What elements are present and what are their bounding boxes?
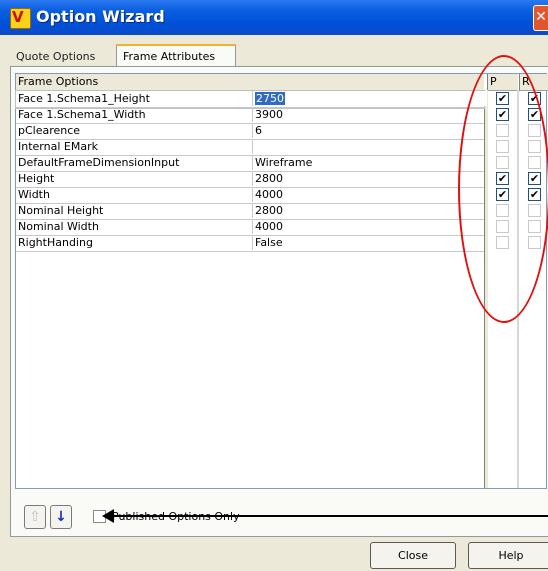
option-value-field[interactable]: 2750: [252, 91, 487, 106]
table-row[interactable]: Height 2800: [16, 171, 484, 188]
option-name: Face 1.Schema1_Width: [18, 108, 146, 121]
annotation-arrow-head: [102, 509, 114, 523]
annotation-arrow-line: [112, 515, 548, 517]
window-title: Option Wizard: [36, 7, 165, 26]
close-button[interactable]: Close: [370, 542, 456, 569]
option-name: Nominal Width: [18, 220, 99, 233]
option-value: 6: [255, 124, 262, 137]
option-name: RightHanding: [18, 236, 93, 249]
option-name: Nominal Height: [18, 204, 104, 217]
close-window-button[interactable]: ✕: [533, 5, 548, 31]
table-row[interactable]: Nominal Width 4000: [16, 219, 484, 236]
option-value-field[interactable]: 4000: [252, 219, 487, 234]
tab-frame-attributes[interactable]: Frame Attributes: [116, 44, 236, 68]
table-row[interactable]: DefaultFrameDimensionInput Wireframe: [16, 155, 484, 172]
option-name: Internal EMark: [18, 140, 98, 153]
option-name: pClearence: [18, 124, 81, 137]
grid-header-name: Frame Options: [16, 74, 484, 91]
tab-quote-options[interactable]: Quote Options: [10, 48, 118, 66]
option-value: 2800: [255, 204, 283, 217]
option-name: DefaultFrameDimensionInput: [18, 156, 180, 169]
title-bar: V Option Wizard ✕: [0, 0, 548, 35]
option-value: 2800: [255, 172, 283, 185]
option-value: 2750: [255, 92, 285, 105]
table-row[interactable]: Face 1.Schema1_Width 3900: [16, 107, 484, 124]
option-name: Height: [18, 172, 55, 185]
option-value: False: [255, 236, 283, 249]
move-up-button[interactable]: ⇧: [24, 505, 46, 529]
option-value-field[interactable]: False: [252, 235, 487, 250]
table-row[interactable]: Face 1.Schema1_Height 2750: [15, 90, 487, 109]
app-icon: V: [10, 8, 31, 29]
table-row[interactable]: pClearence 6: [16, 123, 484, 140]
annotation-ellipse: [458, 55, 548, 323]
table-row[interactable]: Internal EMark: [16, 139, 484, 156]
option-name: Width: [18, 188, 50, 201]
option-value-field[interactable]: 2800: [252, 171, 487, 186]
option-value-field[interactable]: Wireframe: [252, 155, 487, 170]
option-value: Wireframe: [255, 156, 313, 169]
option-value-field[interactable]: 2800: [252, 203, 487, 218]
option-value: 4000: [255, 188, 283, 201]
option-value-field[interactable]: [252, 139, 487, 154]
move-down-button[interactable]: ↓: [50, 505, 72, 529]
option-value-field[interactable]: 3900: [252, 107, 487, 122]
table-row[interactable]: Width 4000: [16, 187, 484, 204]
option-value-field[interactable]: 6: [252, 123, 487, 138]
help-button[interactable]: Help: [468, 542, 548, 569]
grid-header-label: Frame Options: [18, 75, 99, 88]
option-value-field[interactable]: 4000: [252, 187, 487, 202]
option-value: 3900: [255, 108, 283, 121]
option-value: 4000: [255, 220, 283, 233]
option-name: Face 1.Schema1_Height: [18, 92, 150, 105]
table-row[interactable]: RightHanding False: [16, 235, 484, 252]
table-row[interactable]: Nominal Height 2800: [16, 203, 484, 220]
